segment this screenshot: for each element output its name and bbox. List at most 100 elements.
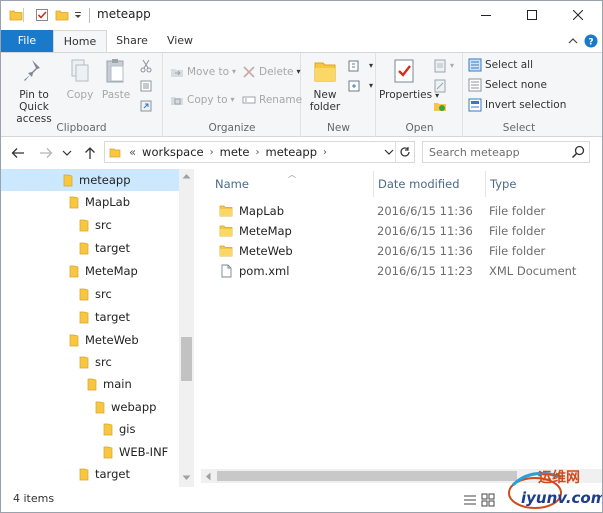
tree-item-meteweb[interactable]: MeteWeb <box>69 329 139 351</box>
search-box[interactable] <box>422 141 590 163</box>
breadcrumb-mete[interactable]: mete <box>220 145 250 159</box>
tree-item-metemap-target[interactable]: target <box>79 306 130 328</box>
tree-item-meteweb-target[interactable]: target <box>79 463 130 485</box>
tab-share[interactable]: Share <box>109 30 155 52</box>
tree-item-meteapp[interactable]: meteapp <box>1 169 179 191</box>
folder-icon <box>103 446 113 458</box>
file-row-pom-xml[interactable]: pom.xml 2016/6/15 11:23 XML Document <box>211 261 581 281</box>
delete-button[interactable]: Delete ▾ <box>242 63 301 81</box>
tab-file[interactable]: File <box>1 30 53 52</box>
folder-icon <box>87 378 97 390</box>
easy-access-icon <box>348 80 360 92</box>
file-name: MeteWeb <box>219 241 293 261</box>
file-date: 2016/6/15 11:36 <box>377 224 473 238</box>
nav-scroll-thumb[interactable] <box>181 337 192 381</box>
title-bar: meteapp <box>1 1 602 29</box>
ribbon-collapse-button[interactable] <box>565 33 581 49</box>
forward-button[interactable] <box>37 144 55 162</box>
large-icons-view-button[interactable] <box>481 493 495 507</box>
nav-scrollbar[interactable] <box>179 169 194 487</box>
easy-access-button[interactable]: ▾ <box>348 77 373 95</box>
folder-icon <box>109 148 121 158</box>
breadcrumb-chevron-icon[interactable]: › <box>256 147 260 158</box>
column-header-name[interactable]: Name <box>215 169 249 199</box>
tree-item-maplab-src[interactable]: src <box>79 214 112 236</box>
minimize-icon <box>481 15 491 16</box>
pin-quick-access-button[interactable]: Pin to Quick access <box>5 57 63 125</box>
properties-check-icon[interactable] <box>35 8 49 22</box>
select-none-button[interactable]: Select none <box>468 76 547 94</box>
properties-button[interactable]: Properties ▾ <box>379 57 439 102</box>
tree-item-webapp[interactable]: webapp <box>95 396 156 418</box>
paste-button[interactable]: Paste <box>99 57 133 101</box>
refresh-button[interactable] <box>395 142 413 162</box>
copy-path-button[interactable] <box>139 77 153 95</box>
column-header-date[interactable]: Date modified <box>378 169 460 199</box>
watermark: 运维网 iyunv.com <box>501 463 602 511</box>
column-separator[interactable] <box>485 171 486 197</box>
column-header-type[interactable]: Type <box>490 169 516 199</box>
breadcrumb-workspace[interactable]: workspace <box>142 145 204 159</box>
new-item-button[interactable]: ▾ <box>348 57 373 75</box>
tree-item-metemap-src[interactable]: src <box>79 283 112 305</box>
tree-item-label: MeteWeb <box>85 333 139 347</box>
file-row-meteweb[interactable]: MeteWeb 2016/6/15 11:36 File folder <box>211 241 581 261</box>
edit-icon <box>434 79 446 93</box>
breadcrumb-chevron-icon[interactable]: › <box>210 147 214 158</box>
file-type: File folder <box>489 244 546 258</box>
select-group: Select all Select none Invert selection … <box>464 53 574 137</box>
column-separator[interactable] <box>373 171 374 197</box>
file-row-metemap[interactable]: MeteMap 2016/6/15 11:36 File folder <box>211 221 581 241</box>
properties-label: Properties <box>379 89 433 101</box>
tree-item-maplab-target[interactable]: target <box>79 237 130 259</box>
up-button[interactable] <box>81 144 99 162</box>
rename-button[interactable]: Rename <box>242 91 302 109</box>
invert-selection-label: Invert selection <box>485 99 567 111</box>
folder-icon <box>103 423 113 435</box>
address-bar[interactable]: « workspace › mete › meteapp › <box>104 141 415 163</box>
tree-item-metemap[interactable]: MeteMap <box>69 260 138 282</box>
move-to-button[interactable]: Move to ▾ <box>170 63 236 81</box>
copy-to-button[interactable]: Copy to ▾ <box>170 91 235 109</box>
tree-item-maplab[interactable]: MapLab <box>69 191 130 213</box>
details-view-button[interactable] <box>463 493 477 507</box>
edit-button[interactable] <box>433 77 447 95</box>
maximize-icon <box>527 10 537 20</box>
new-folder-button[interactable]: New folder <box>308 57 342 113</box>
horizontal-scroll-thumb[interactable] <box>217 471 517 481</box>
open-button[interactable]: ▾ <box>433 57 454 75</box>
history-button[interactable] <box>433 97 447 115</box>
qa-customize-icon[interactable] <box>73 8 83 22</box>
invert-selection-button[interactable]: Invert selection <box>468 96 566 114</box>
back-button[interactable] <box>9 144 27 162</box>
tree-item-gis[interactable]: gis <box>103 418 136 440</box>
tree-item-main[interactable]: main <box>87 373 132 395</box>
new-folder-label-line2: folder <box>309 101 341 113</box>
minimize-button[interactable] <box>463 1 509 29</box>
breadcrumb-overflow[interactable]: « <box>129 145 136 159</box>
tree-item-label: src <box>95 218 112 232</box>
close-button[interactable] <box>555 1 601 29</box>
cut-button[interactable] <box>139 57 153 75</box>
maximize-button[interactable] <box>509 1 555 29</box>
paste-shortcut-button[interactable] <box>139 97 153 115</box>
sort-ascending-icon: ︿ <box>288 170 296 179</box>
breadcrumb-meteapp[interactable]: meteapp <box>266 145 318 159</box>
help-button[interactable]: ? <box>583 33 599 49</box>
tree-item-meteweb-src[interactable]: src <box>79 351 112 373</box>
tab-view[interactable]: View <box>157 30 203 52</box>
tab-home[interactable]: Home <box>53 30 107 52</box>
new-folder-qa-icon[interactable] <box>55 8 69 22</box>
search-input[interactable] <box>423 142 567 162</box>
copy-button[interactable]: Copy <box>65 57 95 101</box>
select-all-button[interactable]: Select all <box>468 56 533 74</box>
scissors-icon <box>140 59 152 73</box>
file-row-maplab[interactable]: MapLab 2016/6/15 11:36 File folder <box>211 201 581 221</box>
search-icon[interactable] <box>571 145 585 159</box>
history-icon <box>434 103 446 111</box>
address-history-button[interactable] <box>382 145 396 159</box>
file-name: pom.xml <box>219 261 289 281</box>
tree-item-web-inf[interactable]: WEB-INF <box>103 441 168 463</box>
breadcrumb-chevron-icon[interactable]: › <box>323 147 327 158</box>
recent-locations-button[interactable] <box>61 144 73 162</box>
